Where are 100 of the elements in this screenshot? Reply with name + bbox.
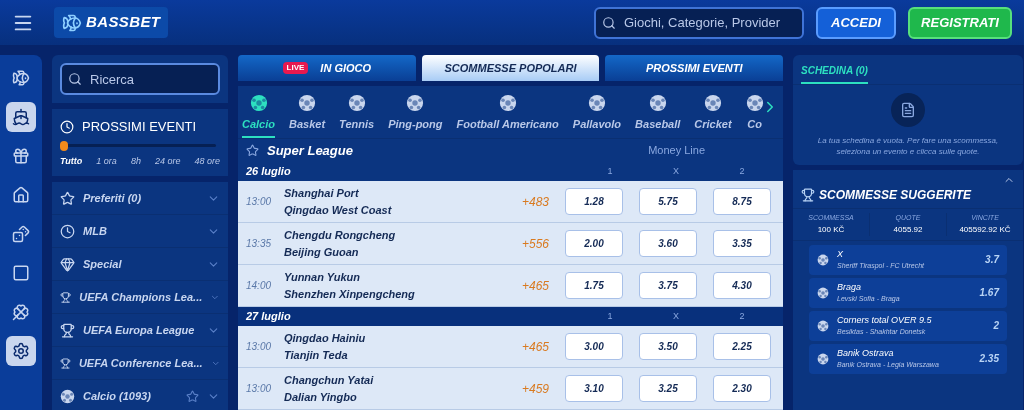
odds-button[interactable]: 4.30 — [713, 272, 771, 299]
team-name: Changchun Yatai — [284, 373, 375, 388]
tab[interactable]: SCOMMESSE POPOLARI — [421, 55, 600, 81]
league-item[interactable]: UEFA Champions Lea... — [52, 281, 228, 314]
bet-pick: X — [837, 247, 844, 261]
trophy-icon — [60, 289, 72, 305]
ship-icon[interactable] — [6, 102, 36, 132]
sport-tab[interactable]: Baseball — [635, 93, 681, 138]
time-option[interactable]: 48 ore — [194, 154, 220, 168]
sport-icon — [704, 93, 722, 112]
logo[interactable]: BASSBET — [54, 7, 169, 38]
column-label: X — [672, 164, 680, 178]
sport-tab[interactable]: Pallavolo — [572, 93, 622, 138]
clock-icon — [60, 119, 74, 134]
odds-button[interactable]: 3.35 — [713, 230, 771, 257]
league-item[interactable]: UEFA Europa League — [52, 314, 228, 347]
section-title: PROSSIMI EVENTI — [82, 118, 197, 136]
stat-value: 4055.92 — [893, 223, 923, 236]
sport-tab[interactable]: Basket — [289, 93, 326, 138]
search-field[interactable]: Giochi, Categorie, Provider — [594, 6, 804, 39]
market-select[interactable]: Money Line — [648, 142, 705, 159]
sport-icon — [745, 93, 764, 112]
match-time: 14:00 — [246, 279, 273, 293]
empty-betslip-message: La tua schedina è vuota. Per fare una scommessa, seleziona un evento e clicca sulle quote. — [816, 135, 1000, 157]
team-name: Chengdu Rongcheng — [284, 228, 397, 243]
league-name: Special — [83, 256, 123, 272]
clock-icon — [60, 223, 75, 239]
odds-button[interactable]: 3.50 — [639, 333, 697, 360]
tab[interactable]: PROSSIMI EVENTI — [605, 55, 783, 81]
trophy-icon — [60, 355, 71, 371]
sport-tab[interactable]: Tennis — [339, 93, 375, 138]
league-name: UEFA Europa League — [83, 322, 196, 338]
trophy-icon — [801, 188, 815, 202]
odds-button[interactable]: 3.25 — [639, 375, 697, 402]
login-button[interactable]: ACCEDI — [816, 6, 896, 39]
bet-odds: 3.7 — [985, 253, 999, 267]
bet-pick: Corners total OVER 9.5 — [837, 313, 933, 327]
team-name: Beijing Guoan — [284, 244, 360, 260]
odds-button[interactable]: 2.30 — [713, 375, 771, 402]
league-name: Preferiti (0) — [83, 190, 143, 206]
sport-icon — [347, 93, 366, 112]
odds-button[interactable]: 2.25 — [713, 333, 771, 360]
odds-button[interactable]: 2.00 — [565, 230, 623, 257]
league-item[interactable]: Special — [52, 248, 228, 281]
live-badge: LIVE — [282, 62, 309, 74]
star-icon — [60, 190, 75, 206]
league-item[interactable]: UEFA Conference Lea... — [52, 347, 228, 380]
odds-button[interactable]: 1.28 — [565, 188, 623, 215]
star-icon[interactable] — [186, 389, 199, 403]
star-icon[interactable] — [246, 144, 259, 157]
document-icon — [891, 93, 925, 127]
time-option[interactable]: 8h — [130, 154, 141, 168]
odds-button[interactable]: 3.75 — [639, 272, 697, 299]
time-option[interactable]: 24 ore — [154, 154, 181, 168]
ball-icon — [60, 388, 75, 404]
column-label: 2 — [738, 164, 746, 178]
sport-tab[interactable]: Co — [745, 93, 764, 138]
sport-icon — [498, 93, 517, 112]
search-icon — [602, 15, 616, 30]
column-label: 1 — [606, 164, 614, 178]
league-name: MLB — [83, 223, 108, 239]
settings-icon[interactable] — [6, 336, 36, 366]
tab[interactable]: LIVE IN GIOCO — [238, 55, 416, 81]
sport-icon — [249, 93, 268, 112]
league-name: UEFA Champions Lea... — [79, 289, 203, 305]
betslip-tab[interactable]: SCHEDINA (0) — [801, 63, 868, 84]
time-option[interactable]: 1 ora — [96, 154, 117, 168]
odds-button[interactable]: 3.10 — [565, 375, 623, 402]
odds-button[interactable]: 1.75 — [565, 272, 623, 299]
match-time: 13:00 — [246, 382, 273, 396]
sport-tab[interactable]: Ping-pong — [388, 93, 443, 138]
sport-tab[interactable]: Football Americano — [456, 93, 559, 138]
team-name: Tianjin Teda — [284, 347, 349, 363]
time-option[interactable]: Tutto — [60, 154, 83, 168]
league-item[interactable]: Calcio (1093) — [52, 380, 228, 410]
ball-icon — [817, 286, 829, 299]
odds-button[interactable]: 8.75 — [713, 188, 771, 215]
league-name: Calcio (1093) — [83, 388, 152, 404]
section-title: SCOMMESSE SUGGERITE — [819, 187, 972, 204]
league-title: Super League — [267, 141, 354, 160]
team-name: Shanghai Port — [284, 186, 360, 201]
gem-icon — [60, 256, 75, 272]
sport-tab[interactable]: Cricket — [694, 93, 732, 138]
match-time: 13:00 — [246, 195, 273, 209]
league-item[interactable]: MLB — [52, 215, 228, 248]
search-field[interactable]: Ricerca — [60, 63, 220, 95]
league-name: UEFA Conference Lea... — [78, 355, 203, 371]
slider-thumb[interactable] — [60, 140, 68, 151]
ball-icon — [817, 253, 829, 266]
match-time: 13:35 — [246, 237, 273, 251]
column-label: 1 — [606, 309, 614, 323]
team-name: Qingdao West Coast — [284, 202, 393, 218]
stat-value: 100 KČ — [817, 223, 845, 236]
odds-button[interactable]: 5.75 — [639, 188, 697, 215]
odds-button[interactable]: 3.00 — [565, 333, 623, 360]
sport-icon — [648, 93, 667, 112]
odds-button[interactable]: 3.60 — [639, 230, 697, 257]
bet-pick: Banik Ostrava — [837, 346, 895, 360]
sport-icon — [298, 93, 317, 112]
league-item[interactable]: Preferiti (0) — [52, 182, 228, 215]
